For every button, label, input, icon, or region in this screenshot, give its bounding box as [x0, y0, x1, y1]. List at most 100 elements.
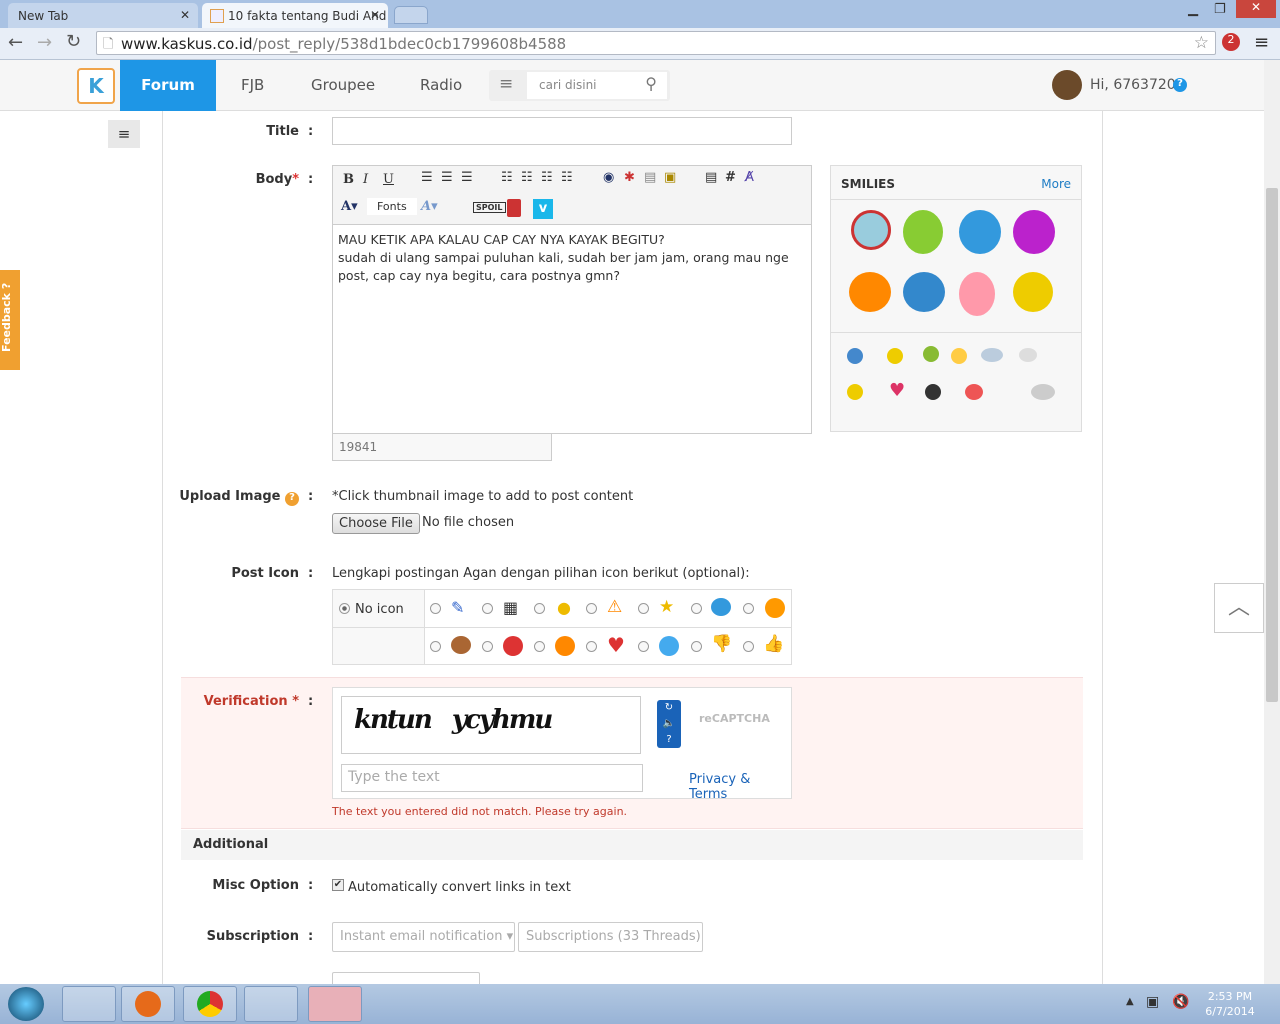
- vimeo-icon[interactable]: v: [533, 199, 553, 219]
- bold-button[interactable]: B: [343, 172, 354, 187]
- small-smiley[interactable]: [925, 384, 941, 400]
- radio-star[interactable]: [638, 603, 649, 614]
- smiley-sara[interactable]: [851, 210, 891, 250]
- audio-icon[interactable]: 🔈: [657, 716, 681, 732]
- hamburger-icon[interactable]: ≡: [499, 74, 513, 94]
- remove-format-icon[interactable]: A̸: [745, 170, 754, 185]
- fonts-dropdown[interactable]: Fonts: [367, 198, 417, 215]
- radio-laugh[interactable]: [534, 641, 545, 652]
- outdent-icon[interactable]: ☷: [561, 170, 573, 185]
- small-smiley[interactable]: [923, 346, 939, 362]
- indent-icon[interactable]: ☷: [541, 170, 553, 185]
- numbered-list-icon[interactable]: ☷: [521, 170, 533, 185]
- extra-select[interactable]: [332, 972, 480, 984]
- search-icon[interactable]: ⚲: [645, 74, 657, 93]
- star-icon[interactable]: ☆: [1194, 33, 1209, 53]
- radio-pencil[interactable]: [430, 603, 441, 614]
- extension-icon[interactable]: 2: [1222, 33, 1240, 51]
- radio-warning[interactable]: [586, 603, 597, 614]
- taskbar-notepad[interactable]: [244, 986, 298, 1022]
- quote-icon[interactable]: ▤: [705, 170, 717, 185]
- body-textarea[interactable]: MAU KETIK APA KALAU CAP CAY NYA KAYAK BE…: [332, 224, 812, 434]
- heart-smiley-icon[interactable]: ♥: [889, 380, 905, 401]
- bullet-list-icon[interactable]: ☷: [501, 170, 513, 185]
- smiley[interactable]: [1013, 272, 1053, 312]
- smiley[interactable]: [959, 210, 1001, 254]
- tab-active[interactable]: 10 fakta tentang Budi And ✕: [202, 3, 388, 28]
- forward-icon[interactable]: →: [37, 32, 52, 53]
- user-greeting[interactable]: Hi, 6763720: [1090, 77, 1176, 93]
- small-smiley[interactable]: [887, 348, 903, 364]
- kaskus-logo[interactable]: K: [77, 68, 115, 104]
- spoiler-button[interactable]: SPOIL: [473, 202, 506, 213]
- italic-button[interactable]: I: [363, 172, 368, 187]
- smiley[interactable]: [1013, 210, 1055, 254]
- link-icon[interactable]: ◉: [603, 170, 614, 185]
- back-icon[interactable]: ←: [8, 32, 23, 53]
- smiley[interactable]: [959, 272, 995, 316]
- search-input[interactable]: cari disini ⚲: [527, 72, 667, 99]
- smilies-more-link[interactable]: More: [1041, 177, 1071, 191]
- underline-button[interactable]: U: [383, 172, 394, 187]
- taskbar-calculator[interactable]: [62, 986, 116, 1022]
- smiley[interactable]: [903, 272, 945, 312]
- help-icon[interactable]: ?: [285, 492, 299, 506]
- avatar[interactable]: [1052, 70, 1082, 100]
- small-smiley[interactable]: [965, 384, 983, 400]
- close-icon[interactable]: ✕: [180, 8, 190, 22]
- youtube-icon[interactable]: [507, 199, 521, 217]
- captcha-input[interactable]: Type the text: [341, 764, 643, 792]
- radio-thumbs-down[interactable]: [691, 641, 702, 652]
- menu-icon[interactable]: ≡: [1254, 32, 1269, 53]
- small-smiley[interactable]: [1031, 384, 1055, 400]
- radio-cool[interactable]: [691, 603, 702, 614]
- taskbar-firefox[interactable]: [121, 986, 175, 1022]
- subscription-select[interactable]: Subscriptions (33 Threads): [518, 922, 703, 952]
- small-smiley[interactable]: [847, 348, 863, 364]
- new-tab-button[interactable]: [394, 6, 428, 24]
- nav-radio[interactable]: Radio: [420, 60, 462, 111]
- radio-poop[interactable]: [430, 641, 441, 652]
- taskbar-snipping-tool[interactable]: [308, 986, 362, 1022]
- radio-happy[interactable]: [638, 641, 649, 652]
- smiley[interactable]: [903, 210, 943, 254]
- nav-forum[interactable]: Forum: [120, 60, 216, 111]
- maximize-icon[interactable]: ❐: [1214, 2, 1226, 17]
- radio-thumbs-up[interactable]: [743, 641, 754, 652]
- address-bar[interactable]: 🗋 www.kaskus.co.id/post_reply/538d1bdec0c…: [96, 31, 1216, 55]
- volume-icon[interactable]: 🔇: [1172, 994, 1189, 1010]
- scroll-to-top-button[interactable]: ︿: [1214, 583, 1264, 633]
- help-icon[interactable]: ?: [1173, 78, 1187, 92]
- close-icon[interactable]: ✕: [370, 8, 380, 22]
- radio-angry[interactable]: [482, 641, 493, 652]
- align-center-icon[interactable]: ☰: [441, 170, 453, 185]
- radio-bulb[interactable]: [534, 603, 545, 614]
- align-right-icon[interactable]: ☰: [461, 170, 473, 185]
- feedback-tab[interactable]: Feedback ?: [0, 270, 20, 370]
- tab-new-tab[interactable]: New Tab ✕: [8, 3, 198, 28]
- close-window-icon[interactable]: ✕: [1236, 0, 1276, 18]
- scrollbar-thumb[interactable]: [1266, 188, 1278, 702]
- small-smiley[interactable]: [951, 348, 967, 364]
- help-icon[interactable]: ?: [657, 732, 681, 748]
- reload-icon[interactable]: ↻: [66, 31, 81, 52]
- radio-clapper[interactable]: [482, 603, 493, 614]
- choose-file-button[interactable]: Choose File: [332, 513, 420, 534]
- hash-icon[interactable]: #: [725, 170, 736, 185]
- align-left-icon[interactable]: ☰: [421, 170, 433, 185]
- font-size-button[interactable]: A▾: [421, 199, 438, 214]
- unlink-icon[interactable]: ✱: [624, 170, 635, 185]
- scrollbar[interactable]: [1264, 60, 1280, 984]
- auto-links-checkbox[interactable]: ✔: [332, 879, 344, 891]
- notification-select[interactable]: Instant email notification ▾: [332, 922, 515, 952]
- start-button[interactable]: [8, 987, 44, 1021]
- nav-groupee[interactable]: Groupee: [311, 60, 375, 111]
- refresh-icon[interactable]: ↻: [657, 700, 681, 716]
- taskbar-chrome[interactable]: [183, 986, 237, 1022]
- tray-arrow-icon[interactable]: ▲: [1126, 996, 1134, 1007]
- smiley[interactable]: [849, 272, 891, 312]
- small-smiley[interactable]: [847, 384, 863, 400]
- title-input[interactable]: [332, 117, 792, 145]
- minimize-icon[interactable]: ▁: [1188, 2, 1198, 17]
- network-icon[interactable]: ▣: [1146, 994, 1159, 1010]
